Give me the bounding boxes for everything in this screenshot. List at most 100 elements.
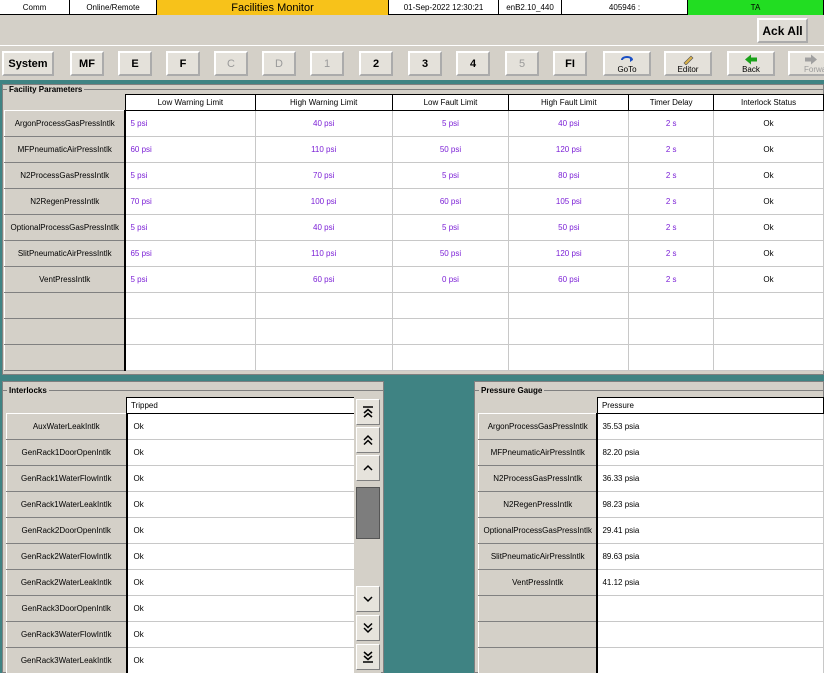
row-header[interactable]: GenRack3DoorOpenIntlk [6,595,128,622]
low-warning-cell[interactable]: 5 psi [124,162,256,189]
col-timer-delay[interactable]: Timer Delay [628,94,715,111]
row-header[interactable]: GenRack1DoorOpenIntlk [6,439,128,466]
low-fault-cell[interactable]: 60 psi [391,188,510,215]
row-header[interactable]: MFPneumaticAirPressIntlk [478,439,599,466]
low-fault-cell[interactable]: 50 psi [391,136,510,163]
low-fault-cell[interactable]: 5 psi [391,214,510,241]
pressure-cell: 35.53 psia [596,413,824,440]
low-fault-cell[interactable]: 5 psi [391,110,510,137]
c-button[interactable]: C [214,51,248,76]
row-header[interactable]: GenRack2WaterLeakIntlk [6,569,128,596]
row-header[interactable]: N2RegenPressIntlk [478,491,599,518]
page-2-button[interactable]: 2 [359,51,393,76]
back-button[interactable]: Back [727,51,775,76]
row-header[interactable]: GenRack1WaterFlowIntlk [6,465,128,492]
row-header [478,647,599,673]
row-header[interactable]: SlitPneumaticAirPressIntlk [4,240,127,267]
low-warning-cell[interactable]: 65 psi [124,240,256,267]
high-warning-cell[interactable]: 110 psi [254,136,393,163]
table-row: AuxWaterLeakIntlk Ok [6,413,355,440]
col-interlock-status[interactable]: Interlock Status [713,94,824,111]
row-header[interactable]: GenRack2WaterFlowIntlk [6,543,128,570]
timer-delay-cell[interactable]: 2 s [628,110,715,137]
row-header[interactable]: SlitPneumaticAirPressIntlk [478,543,599,570]
scroll-bottom-button[interactable] [356,644,380,670]
scroll-top-button[interactable] [356,399,380,425]
page-5-button[interactable]: 5 [505,51,539,76]
low-warning-cell[interactable]: 70 psi [124,188,256,215]
page-4-button[interactable]: 4 [456,51,490,76]
row-header[interactable]: OptionalProcessGasPressIntlk [4,214,127,241]
timer-delay-cell[interactable]: 2 s [628,266,715,293]
row-header[interactable]: OptionalProcessGasPressIntlk [478,517,599,544]
row-header[interactable]: N2ProcessGasPressIntlk [4,162,127,189]
low-warning-cell[interactable]: 5 psi [124,266,256,293]
high-fault-cell[interactable]: 120 psi [508,240,630,267]
high-fault-cell[interactable]: 80 psi [508,162,630,189]
goto-button[interactable]: GoTo [603,51,651,76]
timer-delay-cell[interactable]: 2 s [628,188,715,215]
high-warning-cell[interactable]: 100 psi [254,188,393,215]
e-button[interactable]: E [118,51,152,76]
timer-delay-cell[interactable]: 2 s [628,240,715,267]
col-pressure[interactable]: Pressure [596,397,824,414]
low-warning-cell[interactable]: 5 psi [124,214,256,241]
row-header[interactable]: ArgonProcessGasPressIntlk [4,110,127,137]
forward-button[interactable]: Forward [788,51,824,76]
low-fault-cell[interactable]: 0 psi [391,266,510,293]
scroll-page-down-button[interactable] [356,615,380,641]
editor-button[interactable]: Editor [664,51,712,76]
ack-all-button[interactable]: Ack All [757,18,808,43]
col-high-fault[interactable]: High Fault Limit [508,94,630,111]
high-fault-cell[interactable]: 40 psi [508,110,630,137]
high-warning-cell[interactable]: 60 psi [254,266,393,293]
col-high-warning[interactable]: High Warning Limit [254,94,393,111]
low-fault-cell[interactable]: 50 psi [391,240,510,267]
high-warning-cell[interactable]: 110 psi [254,240,393,267]
timer-delay-cell[interactable]: 2 s [628,162,715,189]
scroll-thumb[interactable] [356,487,380,539]
low-warning-cell[interactable]: 5 psi [124,110,256,137]
pressure-cell: 41.12 psia [596,569,824,596]
pressure-header-row: Pressure [478,397,824,414]
high-fault-cell[interactable]: 60 psi [508,266,630,293]
col-low-fault[interactable]: Low Fault Limit [391,94,510,111]
f-button[interactable]: F [166,51,200,76]
high-warning-cell[interactable]: 40 psi [254,110,393,137]
row-header[interactable]: AuxWaterLeakIntlk [6,413,128,440]
row-header[interactable]: GenRack3WaterLeakIntlk [6,647,128,673]
timer-delay-cell[interactable]: 2 s [628,136,715,163]
high-fault-cell[interactable]: 120 psi [508,136,630,163]
system-button[interactable]: System [2,51,54,76]
low-fault-cell[interactable]: 5 psi [391,162,510,189]
page-3-button[interactable]: 3 [408,51,442,76]
row-header[interactable]: GenRack2DoorOpenIntlk [6,517,128,544]
scroll-down-button[interactable] [356,586,380,612]
forward-arrow-icon [805,54,817,64]
scroll-page-up-button[interactable] [356,427,380,453]
timer-delay-cell[interactable]: 2 s [628,214,715,241]
scroll-up-button[interactable] [356,455,380,481]
row-header[interactable]: ArgonProcessGasPressIntlk [478,413,599,440]
row-header[interactable]: VentPressIntlk [478,569,599,596]
row-header[interactable]: N2ProcessGasPressIntlk [478,465,599,492]
nav-toolbar: System MF E F C D 1 2 3 4 5 FI GoTo Edit… [0,45,824,80]
high-warning-cell[interactable]: 70 psi [254,162,393,189]
fi-button[interactable]: FI [553,51,587,76]
col-tripped[interactable]: Tripped [126,397,355,414]
row-header[interactable]: MFPneumaticAirPressIntlk [4,136,127,163]
tripped-cell: Ok [126,413,355,440]
page-1-button[interactable]: 1 [310,51,344,76]
high-warning-cell[interactable]: 40 psi [254,214,393,241]
low-warning-cell[interactable]: 60 psi [124,136,256,163]
col-low-warning[interactable]: Low Warning Limit [124,94,256,111]
d-button[interactable]: D [262,51,296,76]
row-header[interactable]: VentPressIntlk [4,266,127,293]
row-header[interactable]: GenRack1WaterLeakIntlk [6,491,128,518]
interlocks-scrollbar[interactable] [354,397,381,673]
mf-button[interactable]: MF [70,51,104,76]
high-fault-cell[interactable]: 50 psi [508,214,630,241]
row-header[interactable]: N2RegenPressIntlk [4,188,127,215]
high-fault-cell[interactable]: 105 psi [508,188,630,215]
row-header[interactable]: GenRack3WaterFlowIntlk [6,621,128,648]
